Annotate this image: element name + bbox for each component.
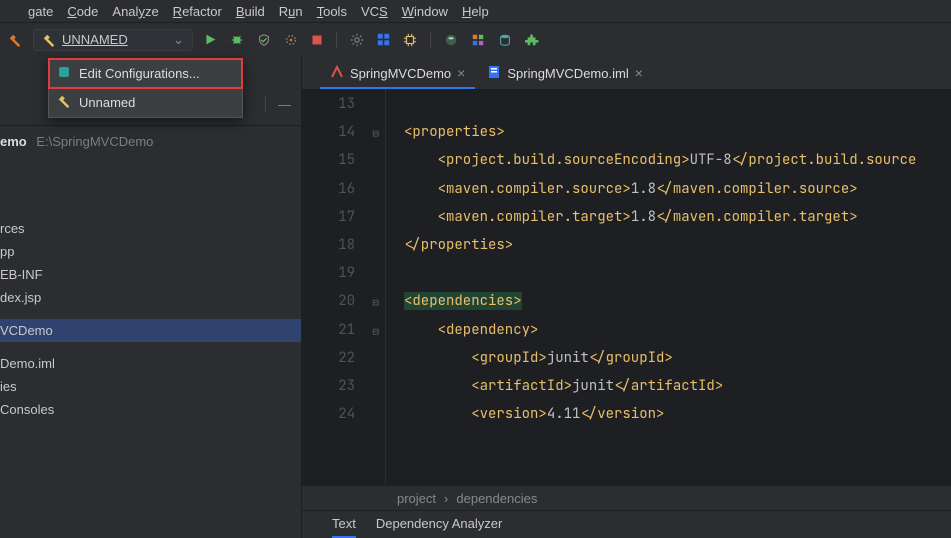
toolbar: UNNAMED ⌄ [0, 23, 951, 56]
line-number: 18 [302, 236, 385, 264]
db-round-icon[interactable] [444, 33, 458, 47]
bottom-tab-dependency-analyzer[interactable]: Dependency Analyzer [376, 516, 502, 538]
dropdown-item-unnamed[interactable]: Unnamed [49, 88, 242, 117]
breadcrumb-item[interactable]: project [397, 491, 436, 506]
line-number: 16 [302, 180, 385, 208]
project-path: E:\SpringMVCDemo [36, 134, 153, 149]
code-line[interactable]: <dependency> [404, 321, 951, 349]
line-number: 20⊟ [302, 292, 385, 320]
code-line[interactable]: <maven.compiler.source>1.8</maven.compil… [404, 180, 951, 208]
run-config-label: UNNAMED [62, 32, 167, 47]
line-number: 19 [302, 264, 385, 292]
menu-vcs[interactable]: VCS [361, 4, 388, 19]
project-sidebar: ⋮ — emo E:\SpringMVCDemo rcesppEB-INFdex… [0, 56, 302, 538]
editor-pane: SpringMVCDemo × SpringMVCDemo.iml × 1314⊟15… [302, 56, 951, 538]
code-line[interactable] [404, 95, 951, 123]
menu-run[interactable]: Run [279, 4, 303, 19]
gutter: 1314⊟151617181920⊟21⊟222324 [302, 89, 386, 485]
project-name: emo [0, 134, 27, 149]
fold-icon[interactable]: ⊟ [372, 325, 379, 339]
breadcrumb-sep: › [444, 491, 448, 506]
collapse-icon[interactable]: — [278, 97, 291, 112]
bug-icon[interactable] [230, 33, 244, 47]
project-tree: rcesppEB-INFdex.jsp VCDemo Demo.imliesCons… [0, 157, 301, 421]
menu-refactor[interactable]: Refactor [173, 4, 222, 19]
config-icon [57, 65, 71, 82]
fold-icon[interactable]: ⊟ [372, 127, 379, 141]
tab-label: SpringMVCDemo.iml [507, 66, 628, 81]
chevron-down-icon: ⌄ [173, 32, 184, 48]
code-line[interactable]: </properties> [404, 236, 951, 264]
tree-item[interactable]: VCDemo [0, 319, 301, 342]
stop-icon[interactable] [311, 34, 323, 46]
code-line[interactable]: <maven.compiler.target>1.8</maven.compil… [404, 208, 951, 236]
dropdown-label: Edit Configurations... [79, 66, 200, 81]
maven-icon [330, 65, 344, 82]
line-number: 24 [302, 405, 385, 433]
play-icon[interactable] [204, 33, 217, 46]
menu-analyze[interactable]: Analyze [112, 4, 158, 19]
cpu-icon[interactable] [403, 33, 417, 47]
code-area[interactable]: 1314⊟151617181920⊟21⊟222324 <properties>… [302, 89, 951, 485]
bottom-tab-text[interactable]: Text [332, 516, 356, 538]
fold-icon[interactable]: ⊟ [372, 296, 379, 310]
run-config-dropdown: Edit Configurations... Unnamed [48, 58, 243, 118]
hammer-icon[interactable] [8, 33, 22, 47]
hammer-icon [57, 94, 71, 111]
tree-item[interactable]: Demo.iml [0, 352, 301, 375]
grid-icon[interactable] [377, 33, 390, 46]
bottom-tabs: Text Dependency Analyzer [302, 510, 951, 538]
line-number: 13 [302, 95, 385, 123]
puzzle-icon[interactable] [525, 33, 539, 47]
coverage-icon[interactable] [257, 33, 271, 47]
code-line[interactable]: <artifactId>junit</artifactId> [404, 377, 951, 405]
dropdown-label: Unnamed [79, 95, 135, 110]
line-number: 22 [302, 349, 385, 377]
tree-item[interactable]: Consoles [0, 398, 301, 421]
tree-item[interactable]: EB-INF [0, 263, 301, 286]
line-number: 21⊟ [302, 321, 385, 349]
line-number: 14⊟ [302, 123, 385, 151]
code-line[interactable]: <dependencies> [404, 292, 951, 320]
breadcrumb: project › dependencies [302, 485, 951, 510]
code-line[interactable]: <groupId>junit</groupId> [404, 349, 951, 377]
divider [265, 96, 266, 112]
menu-tools[interactable]: Tools [317, 4, 347, 19]
close-icon[interactable]: × [635, 65, 643, 81]
project-root[interactable]: emo E:\SpringMVCDemo [0, 126, 301, 157]
code-line[interactable]: <project.build.sourceEncoding>UTF-8</pro… [404, 151, 951, 179]
menu-code[interactable]: Code [67, 4, 98, 19]
palette-icon[interactable] [471, 33, 485, 47]
code[interactable]: <properties> <project.build.sourceEncodi… [386, 89, 951, 485]
db-tool-icon[interactable] [498, 33, 512, 47]
code-line[interactable]: <properties> [404, 123, 951, 151]
dropdown-item-edit-configurations-[interactable]: Edit Configurations... [49, 59, 242, 88]
editor-tabs: SpringMVCDemo × SpringMVCDemo.iml × [302, 56, 951, 89]
menu-gate[interactable]: gate [28, 4, 53, 19]
run-config-selector[interactable]: UNNAMED ⌄ [33, 29, 193, 51]
profile-icon[interactable] [284, 33, 298, 47]
menu-window[interactable]: Window [402, 4, 448, 19]
tab-label: SpringMVCDemo [350, 66, 451, 81]
breadcrumb-item[interactable]: dependencies [456, 491, 537, 506]
code-line[interactable] [404, 264, 951, 292]
menu-build[interactable]: Build [236, 4, 265, 19]
line-number: 23 [302, 377, 385, 405]
iml-icon [487, 65, 501, 82]
tree-item[interactable]: ies [0, 375, 301, 398]
menu-bar: gate Code Analyze Refactor Build Run Tools VCS W… [0, 0, 951, 23]
tree-item[interactable]: dex.jsp [0, 286, 301, 309]
editor-tab[interactable]: SpringMVCDemo.iml × [477, 59, 653, 89]
gear-icon[interactable] [350, 33, 364, 47]
code-line[interactable]: <version>4.11</version> [404, 405, 951, 433]
line-number: 17 [302, 208, 385, 236]
editor-tab[interactable]: SpringMVCDemo × [320, 59, 475, 89]
menu-help[interactable]: Help [462, 4, 489, 19]
line-number: 15 [302, 151, 385, 179]
tree-item[interactable]: rces [0, 217, 301, 240]
tree-item[interactable]: pp [0, 240, 301, 263]
close-icon[interactable]: × [457, 65, 465, 81]
